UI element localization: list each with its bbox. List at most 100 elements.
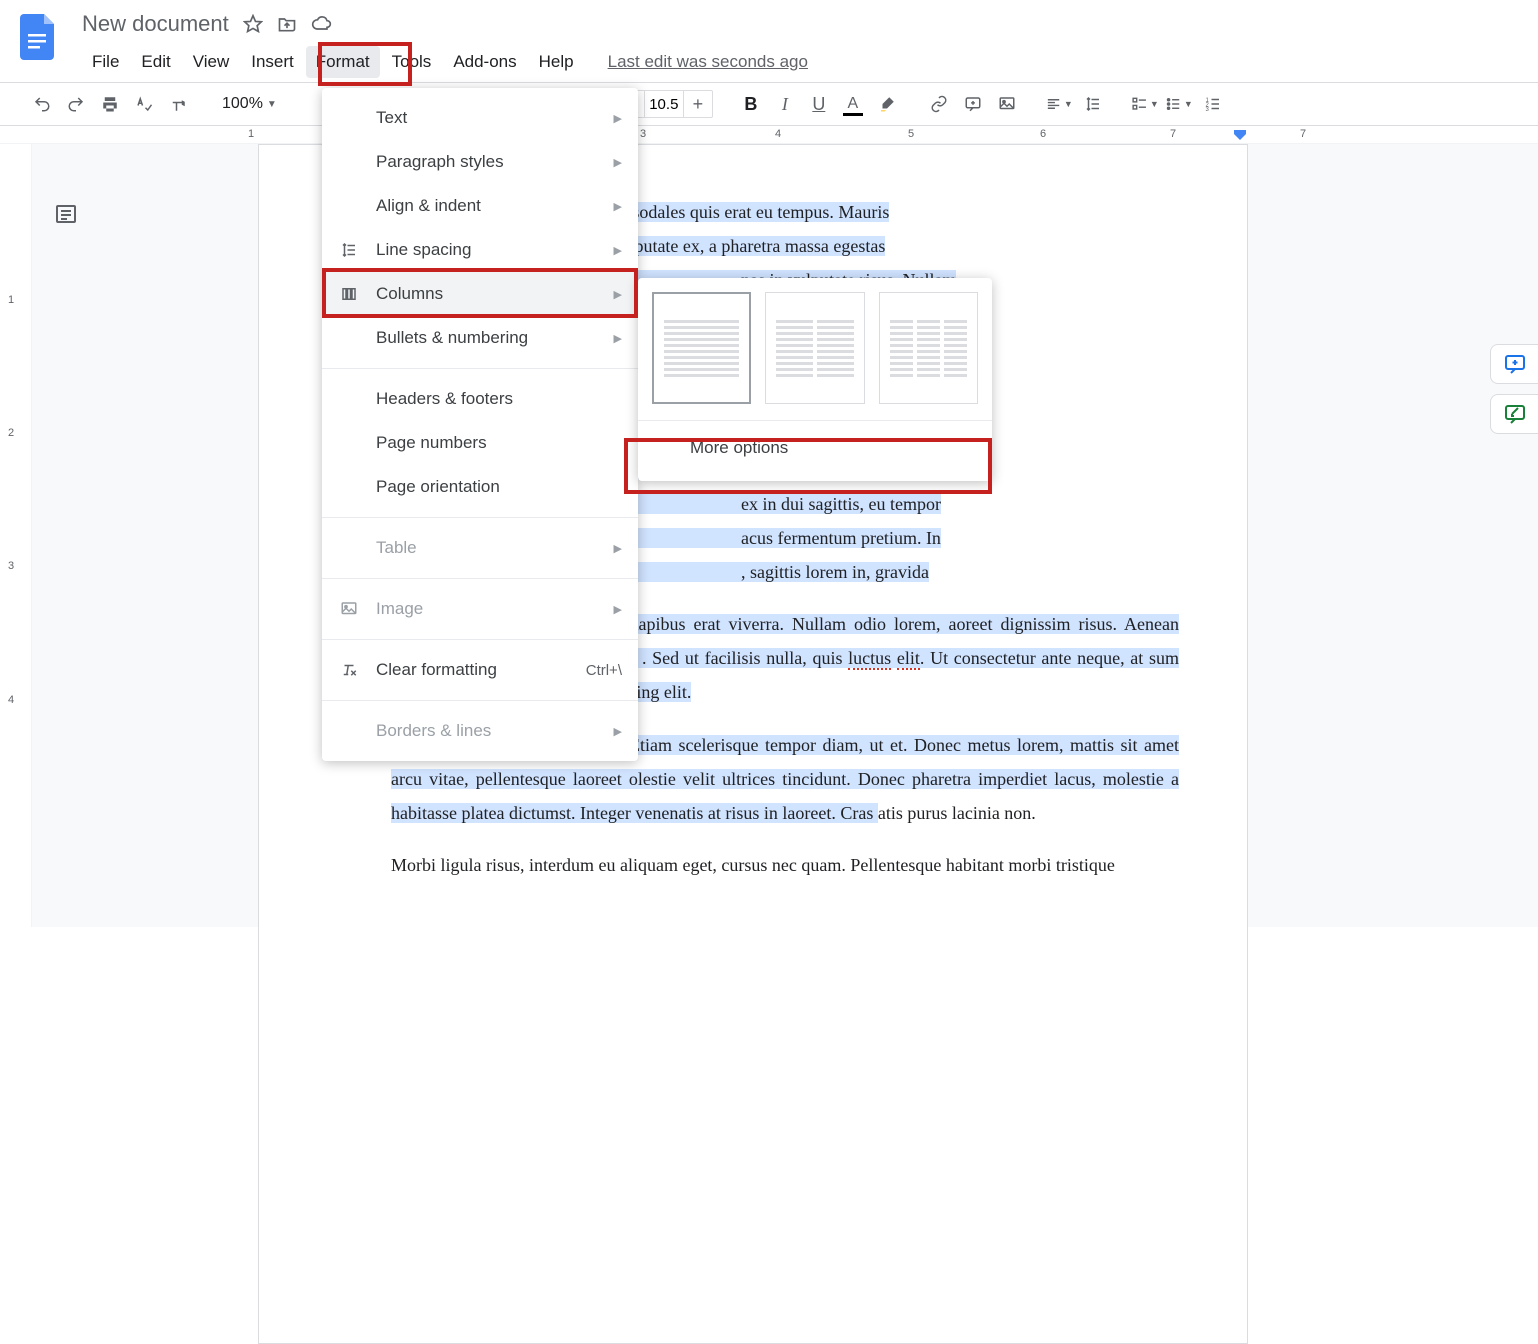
docs-logo[interactable] bbox=[18, 12, 58, 60]
horizontal-ruler[interactable]: 1 3 4 5 6 7 7 bbox=[0, 126, 1538, 144]
chevron-right-icon: ▶ bbox=[614, 156, 622, 169]
undo-button[interactable] bbox=[28, 90, 56, 118]
ruler-mark: 4 bbox=[775, 128, 781, 140]
menu-help[interactable]: Help bbox=[529, 46, 584, 78]
vruler-mark: 4 bbox=[8, 694, 14, 706]
vruler-mark: 1 bbox=[8, 294, 14, 306]
title-area: New document File Edit View Insert Forma… bbox=[82, 8, 808, 78]
line-spacing-button[interactable] bbox=[1079, 90, 1107, 118]
bold-button[interactable]: B bbox=[737, 90, 765, 118]
spellcheck-button[interactable] bbox=[130, 90, 158, 118]
shortcut-label: Ctrl+\ bbox=[586, 662, 622, 679]
menu-item-label: Page orientation bbox=[376, 477, 500, 497]
redo-button[interactable] bbox=[62, 90, 90, 118]
move-icon[interactable] bbox=[277, 14, 297, 34]
star-icon[interactable] bbox=[243, 14, 263, 34]
menu-item-label: Columns bbox=[376, 284, 443, 304]
cloud-icon[interactable] bbox=[311, 14, 333, 34]
format-menu-align-indent[interactable]: Align & indent ▶ bbox=[322, 184, 638, 228]
italic-button[interactable]: I bbox=[771, 90, 799, 118]
menu-item-label: Align & indent bbox=[376, 196, 481, 216]
line-spacing-icon bbox=[338, 241, 360, 259]
numbered-list-button[interactable]: 123 bbox=[1199, 90, 1227, 118]
format-menu-columns[interactable]: Columns▶ bbox=[322, 272, 638, 316]
menu-item-label: Borders & lines bbox=[376, 721, 491, 741]
text-color-button[interactable]: A bbox=[839, 90, 867, 118]
align-button[interactable]: ▼ bbox=[1045, 90, 1073, 118]
columns-option-3[interactable] bbox=[879, 292, 978, 404]
chevron-right-icon: ▶ bbox=[614, 542, 622, 555]
menu-item-label: Headers & footers bbox=[376, 389, 513, 409]
indent-marker[interactable] bbox=[1234, 126, 1246, 140]
chevron-right-icon: ▶ bbox=[614, 112, 622, 125]
print-button[interactable] bbox=[96, 90, 124, 118]
link-button[interactable] bbox=[925, 90, 953, 118]
outline-toggle[interactable] bbox=[48, 196, 84, 232]
menu-item-label: Clear formatting bbox=[376, 660, 497, 680]
format-menu-line-spacing[interactable]: Line spacing ▶ bbox=[322, 228, 638, 272]
zoom-select[interactable]: 100%▼ bbox=[216, 95, 283, 113]
side-buttons bbox=[1490, 344, 1538, 434]
chevron-right-icon: ▶ bbox=[614, 244, 622, 257]
menu-item-label: Bullets & numbering bbox=[376, 328, 528, 348]
add-comment-side[interactable] bbox=[1490, 344, 1538, 384]
doc-title[interactable]: New document bbox=[82, 11, 229, 37]
paint-format-button[interactable] bbox=[164, 90, 192, 118]
bulleted-list-button[interactable]: ▼ bbox=[1165, 90, 1193, 118]
menu-item-label: Page numbers bbox=[376, 433, 487, 453]
checklist-button[interactable]: ▼ bbox=[1131, 90, 1159, 118]
menu-view[interactable]: View bbox=[183, 46, 240, 78]
underline-button[interactable]: U bbox=[805, 90, 833, 118]
format-menu-headers-footers[interactable]: Headers & footers bbox=[322, 377, 638, 421]
ruler-mark: 5 bbox=[908, 128, 914, 140]
format-menu-page-numbers[interactable]: Page numbers bbox=[322, 421, 638, 465]
font-size-input[interactable] bbox=[644, 91, 684, 117]
suggest-edits-side[interactable] bbox=[1490, 394, 1538, 434]
format-menu-image: Image▶ bbox=[322, 587, 638, 631]
vertical-ruler[interactable]: 1 2 3 4 bbox=[0, 144, 32, 927]
menu-file[interactable]: File bbox=[82, 46, 129, 78]
chevron-down-icon: ▼ bbox=[267, 99, 277, 110]
menu-addons[interactable]: Add-ons bbox=[443, 46, 526, 78]
menu-item-label: Text bbox=[376, 108, 407, 128]
clear-format-icon bbox=[338, 661, 360, 679]
format-dropdown: Text▶Paragraph styles▶Align & indent▶Lin… bbox=[322, 88, 638, 761]
menu-item-label: Table bbox=[376, 538, 417, 558]
chevron-right-icon: ▶ bbox=[614, 603, 622, 616]
body-paragraph[interactable]: Morbi ligula risus, interdum eu aliquam … bbox=[391, 848, 1179, 882]
format-menu-borders-lines: Borders & lines ▶ bbox=[322, 709, 638, 753]
format-menu-clear-formatting[interactable]: Clear formatting Ctrl+\ bbox=[322, 648, 638, 692]
ruler-mark: 7 bbox=[1170, 128, 1176, 140]
columns-more-options[interactable]: More options bbox=[638, 425, 992, 471]
format-menu-table: Table ▶ bbox=[322, 526, 638, 570]
format-menu-text[interactable]: Text ▶ bbox=[322, 96, 638, 140]
image-icon bbox=[338, 600, 360, 618]
doc-header: New document File Edit View Insert Forma… bbox=[0, 0, 1538, 82]
format-menu-paragraph-styles[interactable]: Paragraph styles▶ bbox=[322, 140, 638, 184]
menu-format[interactable]: Format bbox=[306, 46, 380, 78]
menu-tools[interactable]: Tools bbox=[382, 46, 442, 78]
columns-option-1[interactable] bbox=[652, 292, 751, 404]
menu-insert[interactable]: Insert bbox=[241, 46, 304, 78]
chevron-right-icon: ▶ bbox=[614, 725, 622, 738]
format-menu-page-orientation[interactable]: Page orientation bbox=[322, 465, 638, 509]
vruler-mark: 3 bbox=[8, 560, 14, 572]
chevron-right-icon: ▶ bbox=[614, 332, 622, 345]
comment-button[interactable] bbox=[959, 90, 987, 118]
image-button[interactable] bbox=[993, 90, 1021, 118]
chevron-right-icon: ▶ bbox=[614, 200, 622, 213]
ruler-mark: 3 bbox=[640, 128, 646, 140]
ruler-mark: 7 bbox=[1300, 128, 1306, 140]
toolbar: 100%▼ − + B I U A ▼ ▼ ▼ 123 bbox=[0, 82, 1538, 126]
last-edit-link[interactable]: Last edit was seconds ago bbox=[608, 52, 808, 72]
menu-edit[interactable]: Edit bbox=[131, 46, 180, 78]
menu-item-label: Line spacing bbox=[376, 240, 471, 260]
ruler-mark: 6 bbox=[1040, 128, 1046, 140]
font-size-increase[interactable]: + bbox=[684, 91, 712, 117]
highlight-button[interactable] bbox=[873, 90, 901, 118]
menubar: File Edit View Insert Format Tools Add-o… bbox=[82, 46, 808, 78]
ruler-mark: 1 bbox=[248, 128, 254, 140]
columns-icon bbox=[338, 285, 360, 303]
format-menu-bullets-numbering[interactable]: Bullets & numbering ▶ bbox=[322, 316, 638, 360]
columns-option-2[interactable] bbox=[765, 292, 864, 404]
